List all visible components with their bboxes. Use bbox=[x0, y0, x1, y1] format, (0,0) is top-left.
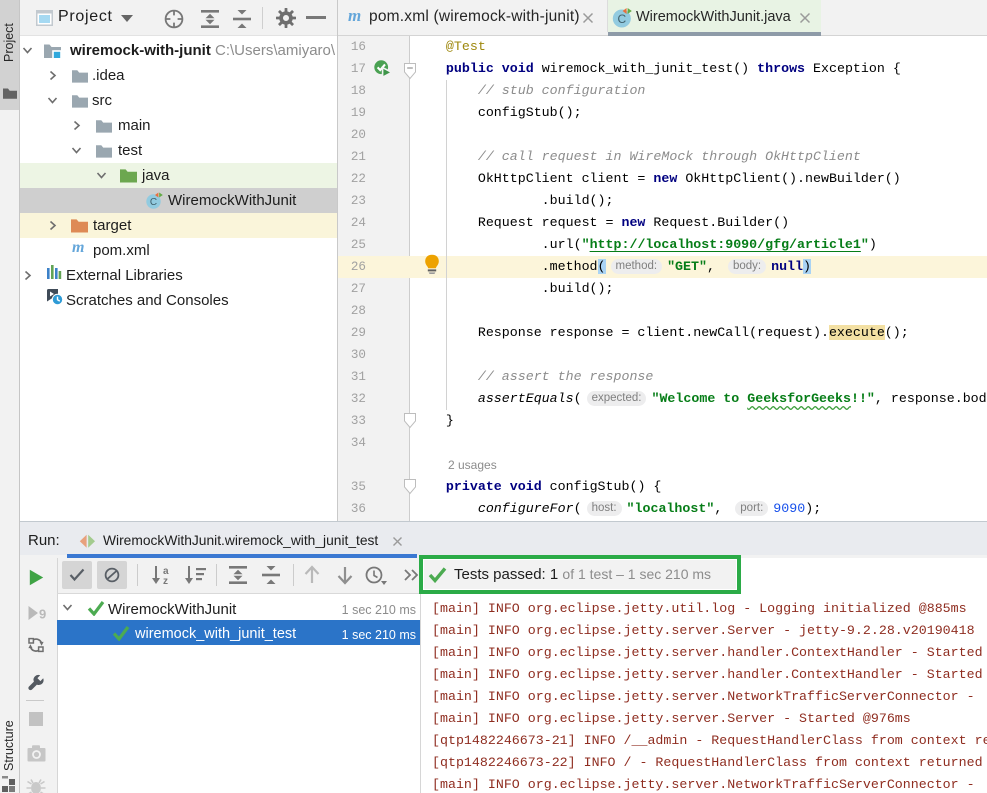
svg-text:C: C bbox=[617, 12, 626, 26]
svg-text:z: z bbox=[163, 576, 168, 586]
svg-text:9: 9 bbox=[39, 607, 46, 622]
